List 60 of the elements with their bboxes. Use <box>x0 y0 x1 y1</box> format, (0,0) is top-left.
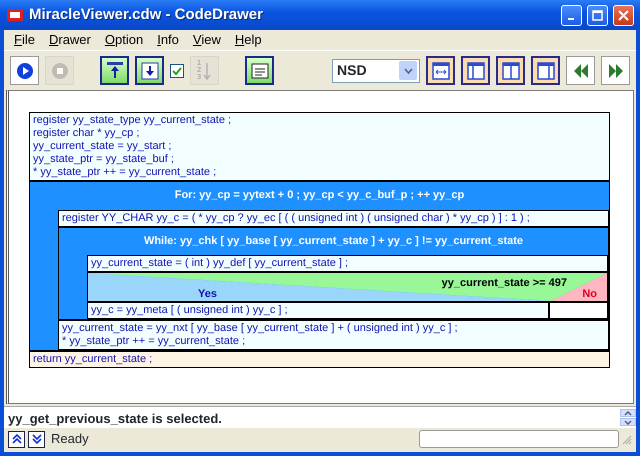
code-line[interactable]: yy_current_state = yy_start ; <box>33 140 606 153</box>
right-pane-icon <box>536 60 556 80</box>
minimize-icon <box>568 18 575 20</box>
no-label: No <box>582 286 597 302</box>
yes-label: Yes <box>198 286 217 302</box>
menu-item[interactable]: Option <box>98 30 150 50</box>
split-pane-icon <box>500 60 520 80</box>
scroll-up-button[interactable] <box>620 409 636 417</box>
play-button[interactable] <box>10 56 39 85</box>
minimize-button[interactable] <box>561 4 582 26</box>
message-text: yy_get_previous_state is selected. <box>7 410 223 428</box>
scroll-down-icon <box>624 420 632 424</box>
move-top-button[interactable] <box>100 56 129 85</box>
text-window-icon <box>250 60 270 80</box>
split-pane-button[interactable] <box>496 56 525 85</box>
code-line[interactable]: yy_state_ptr = yy_state_buf ; <box>33 153 606 166</box>
menu-item[interactable]: View <box>186 30 227 50</box>
right-pane-button[interactable] <box>531 56 560 85</box>
code-line[interactable]: register char * yy_cp ; <box>33 127 606 140</box>
fit-width-icon <box>430 60 450 80</box>
code-line[interactable]: * yy_state_ptr ++ = yy_current_state ; <box>62 335 605 348</box>
menu-item[interactable]: Help <box>228 30 268 50</box>
view-dropdown[interactable]: NSD <box>332 58 420 82</box>
menu-item[interactable]: Drawer <box>42 30 97 50</box>
double-left-arrow-button[interactable] <box>566 56 595 85</box>
code-line[interactable]: register YY_CHAR yy_c = ( * yy_cp ? yy_ec [ ( ( unsigned int ) ( unsigned char ) * yy_cp ) ] : 1 ) ; <box>62 212 605 224</box>
checkbox[interactable] <box>170 64 184 78</box>
maximize-icon <box>591 8 604 22</box>
text-window-button[interactable] <box>245 56 274 85</box>
status-text: Ready <box>51 430 89 448</box>
code-line[interactable]: yy_c = yy_meta [ ( unsigned int ) yy_c ] ; <box>91 304 545 317</box>
next-button[interactable] <box>28 430 45 448</box>
double-down-arrow-icon <box>32 434 42 444</box>
window-title: MiracleViewer.cdw - CodeDrawer <box>29 4 263 25</box>
left-pane-button[interactable] <box>461 56 490 85</box>
double-up-arrow-icon <box>12 434 22 444</box>
code-line[interactable]: register yy_state_type yy_current_state ; <box>33 114 606 127</box>
move-top-icon <box>104 60 124 80</box>
previous-button[interactable] <box>8 430 25 448</box>
double-right-arrow-button[interactable] <box>601 56 630 85</box>
app-logo-icon <box>6 8 24 22</box>
code-line[interactable]: yy_current_state = ( int ) yy_def [ yy_current_state ] ; <box>91 257 604 270</box>
scroll-up-icon <box>624 410 632 416</box>
maximize-button[interactable] <box>587 4 608 26</box>
move-bottom-button[interactable] <box>135 56 164 85</box>
left-pane-icon <box>466 60 486 80</box>
stop-icon <box>50 60 70 80</box>
menu-item[interactable]: Info <box>151 30 185 50</box>
close-button[interactable] <box>613 4 634 26</box>
move-bottom-icon <box>140 60 160 80</box>
code-line[interactable]: yy_current_state = yy_nxt [ yy_base [ yy_current_state ] + ( unsigned int ) yy_c ] ; <box>62 322 605 335</box>
play-icon <box>14 60 34 80</box>
scroll-down-button[interactable] <box>620 418 636 426</box>
down-arrow-icon <box>202 60 212 80</box>
close-icon <box>617 8 630 22</box>
menu-item[interactable]: File <box>8 30 41 50</box>
code-line[interactable]: return yy_current_state ; <box>33 353 606 366</box>
if-condition[interactable]: yy_current_state >= 497 <box>442 275 567 292</box>
fit-width-button[interactable] <box>426 56 455 85</box>
code-line[interactable]: * yy_state_ptr ++ = yy_current_state ; <box>33 166 606 179</box>
